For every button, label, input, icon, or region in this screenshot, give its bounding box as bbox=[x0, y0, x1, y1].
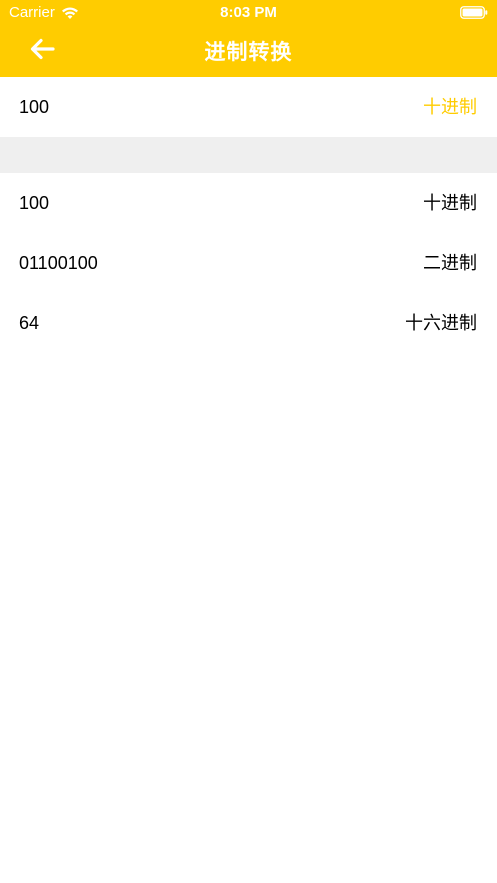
result-base-label: 十六进制 bbox=[405, 313, 477, 333]
input-row[interactable]: 100 十进制 bbox=[0, 77, 497, 137]
result-value: 01100100 bbox=[19, 253, 98, 273]
header: Carrier 8:03 PM 进制转换 bbox=[0, 0, 497, 77]
navigation-bar: 进制转换 bbox=[0, 26, 497, 77]
battery-icon bbox=[460, 6, 488, 19]
section-divider bbox=[0, 137, 497, 173]
number-input[interactable]: 100 bbox=[19, 77, 49, 137]
result-value: 100 bbox=[19, 193, 50, 213]
result-base-label: 二进制 bbox=[423, 253, 477, 273]
result-base-label: 十进制 bbox=[423, 193, 477, 213]
page-title: 进制转换 bbox=[204, 41, 293, 64]
base-selector[interactable]: 十进制 bbox=[423, 77, 477, 137]
app-screen: Carrier 8:03 PM 进制转换 100 十进制 100 十进制 011… bbox=[0, 0, 497, 883]
result-row-decimal[interactable]: 100 十进制 bbox=[0, 173, 497, 233]
result-value: 64 bbox=[19, 313, 40, 333]
result-row-hexadecimal[interactable]: 64 十六进制 bbox=[0, 293, 497, 353]
status-time: 8:03 PM bbox=[220, 4, 277, 21]
result-list: 100 十进制 01100100 二进制 64 十六进制 bbox=[0, 173, 497, 353]
result-row-binary[interactable]: 01100100 二进制 bbox=[0, 233, 497, 293]
status-bar: Carrier 8:03 PM bbox=[0, 0, 497, 26]
